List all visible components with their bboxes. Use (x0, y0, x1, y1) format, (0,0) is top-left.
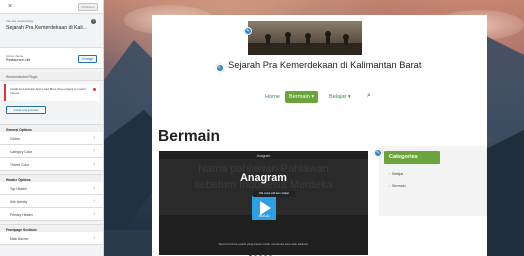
game-top-label: Anagram (256, 154, 271, 158)
nav-bermain[interactable]: Bermain ▾ (285, 91, 319, 103)
chevron-right-icon: › (93, 211, 95, 217)
edit-header-image-icon[interactable]: ✎ (244, 27, 252, 35)
game-instructions: Seret huruf ke posisi yang benar untuk m… (218, 242, 309, 246)
nav-belajar[interactable]: Belajar ▾ (329, 91, 351, 103)
site-name-text: Sejarah Pra Kemerdekaan di Kalimantan Ba… (228, 60, 422, 70)
categories-widget: Categories Belajar Bermain (379, 146, 487, 216)
site-content: ✎ ✎ Sejarah Pra Kemerdekaan di Kalimanta… (152, 15, 487, 256)
chevron-right-icon: › (93, 161, 95, 167)
site-info: You are customizing Sejarah Pra Kemerdek… (6, 19, 98, 47)
menu-item-label: Main Banner (10, 236, 29, 241)
menu-item-global[interactable]: Global › (0, 132, 103, 145)
edit-tooltip: Klik untuk edit item widget (253, 191, 295, 197)
active-theme-section: Active theme Restaurant Life Change (0, 47, 103, 69)
change-theme-button[interactable]: Change (78, 55, 97, 63)
close-icon[interactable]: × (6, 3, 14, 11)
active-theme-name: Restaurant Life (6, 58, 31, 62)
widget-title: Categories (384, 151, 440, 164)
plugin-notice-text: Install and activate Ajax Load More (fre… (10, 87, 86, 95)
chevron-right-icon: › (93, 235, 95, 241)
chevron-right-icon: › (93, 148, 95, 154)
menu-item-label: Global (10, 136, 20, 141)
start-label[interactable]: MULAI (252, 214, 276, 218)
edit-widget-icon[interactable]: ✎ (374, 149, 382, 157)
category-bermain[interactable]: Bermain (389, 184, 405, 188)
page-title: Bermain (158, 128, 221, 145)
menu-item-label: Primary Header (10, 212, 34, 217)
boat-people-image (248, 31, 362, 55)
category-belajar[interactable]: Belajar (389, 172, 403, 176)
menu-item-label: Top Header (10, 186, 28, 191)
customizer-panel: × Published You are customizing Sejarah … (0, 0, 104, 256)
anagram-game: Anagram Nama pahlawan Pahlawan sebelum I… (159, 151, 368, 255)
plugin-notice: Install and activate Ajax Load More (fre… (4, 84, 99, 101)
section-frontpage-sections: Frontpage Sections (0, 224, 103, 232)
chevron-right-icon: › (93, 198, 95, 204)
menu-item-theme-color[interactable]: Theme Color › (0, 158, 103, 171)
section-header-options: Header Options (0, 174, 103, 182)
edit-site-title-icon[interactable]: ✎ (215, 64, 224, 72)
menu-item-category-color[interactable]: Category Color › (0, 145, 103, 158)
install-activate-button[interactable]: Install and Activate (6, 106, 46, 114)
help-icon[interactable]: ? (91, 19, 96, 24)
game-title: Anagram (240, 172, 287, 184)
dismiss-notice-icon[interactable] (93, 88, 96, 91)
customizer-header: × Published (0, 0, 103, 14)
search-icon[interactable]: ⌕ (367, 92, 371, 100)
recommended-plugin-header[interactable]: Recommended Plugin (0, 72, 103, 81)
menu-item-site-identity[interactable]: Site Identity › (0, 195, 103, 208)
menu-item-top-header[interactable]: Top Header › (0, 182, 103, 195)
section-general-options: General Options (0, 124, 103, 132)
menu-item-label: Category Color (10, 149, 33, 154)
menu-item-label: Site Identity (10, 199, 28, 204)
menu-item-label: Theme Color (10, 162, 30, 167)
play-icon (260, 201, 271, 215)
publish-button[interactable]: Published (78, 3, 98, 11)
chevron-right-icon: › (93, 135, 95, 141)
header-image (248, 21, 362, 55)
chevron-right-icon: › (93, 185, 95, 191)
menu-item-primary-header[interactable]: Primary Header › (0, 208, 103, 221)
nav-home[interactable]: Home (265, 91, 280, 103)
customizer-site-title: Sejarah Pra Kemerdekaan di Kali... (6, 25, 88, 31)
site-name: ✎ Sejarah Pra Kemerdekaan di Kalimantan … (152, 60, 487, 72)
menu-item-main-banner[interactable]: Main Banner › (0, 232, 103, 245)
customizing-label: You are customizing (6, 19, 33, 23)
